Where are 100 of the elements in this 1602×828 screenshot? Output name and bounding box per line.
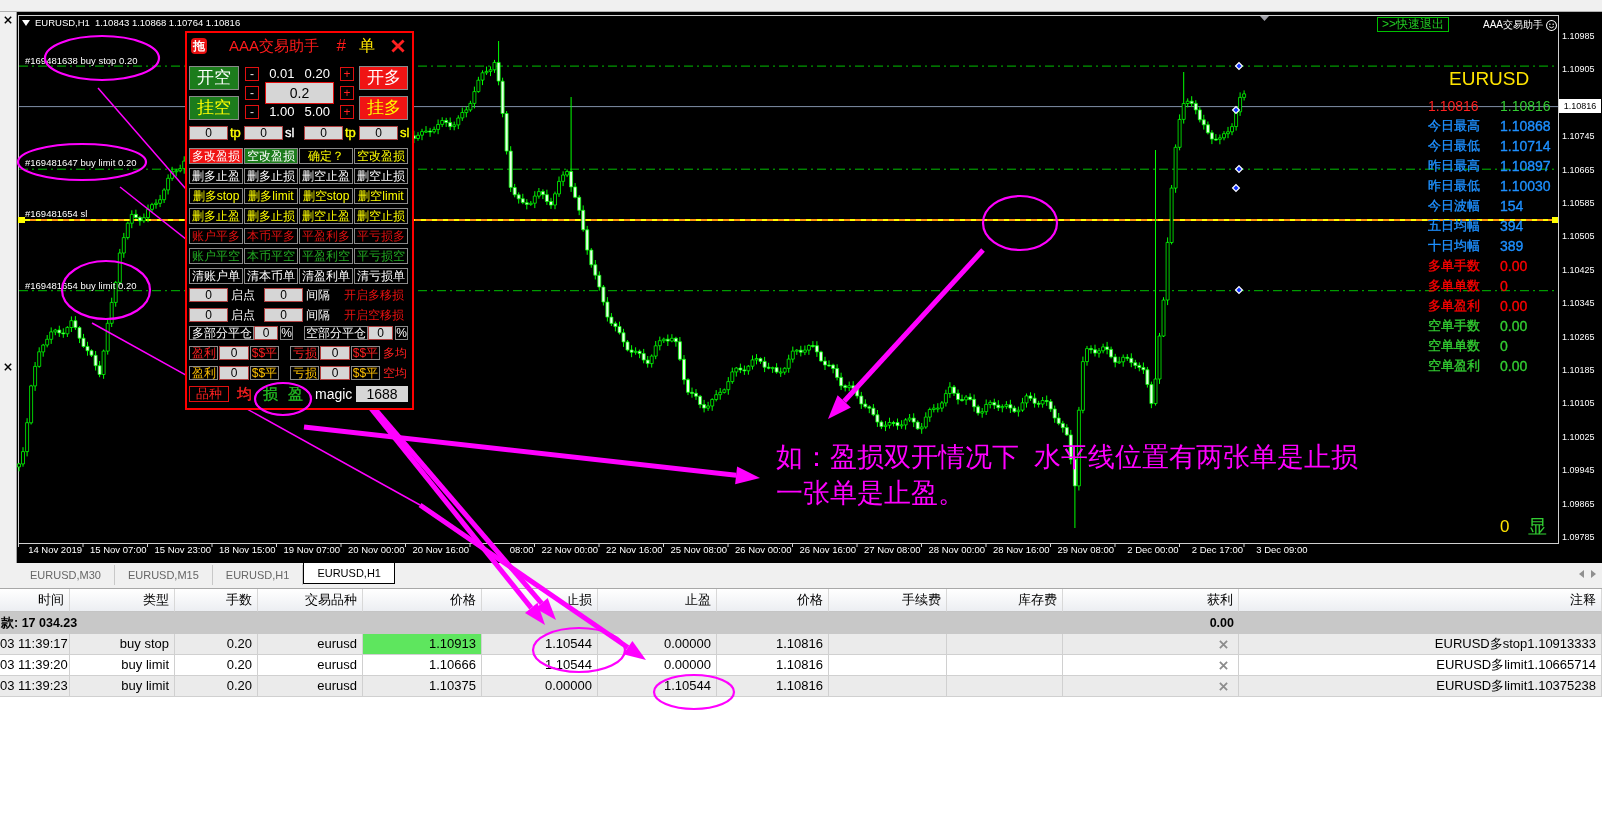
action-button[interactable]: 确定？ (299, 148, 353, 164)
close-icon[interactable] (4, 16, 12, 24)
close-all-button[interactable]: $$平 (351, 366, 380, 380)
chart-tab[interactable]: EURUSD,M30 (17, 565, 115, 585)
action-button[interactable]: 删多止损 (244, 208, 298, 224)
order-button[interactable]: 挂多 (359, 96, 408, 120)
action-button[interactable]: 清亏损单 (354, 268, 408, 284)
trailing-toggle[interactable]: 开启空移损 (344, 308, 404, 322)
order-button[interactable]: 开多 (359, 66, 408, 90)
action-button[interactable]: 平亏损多 (354, 228, 408, 244)
action-button[interactable]: 多改盈损 (189, 148, 243, 164)
lot-preset[interactable]: 0.20 (304, 67, 330, 81)
action-button[interactable]: 清盈利单 (299, 268, 353, 284)
profit-button[interactable]: 盈利 (189, 366, 218, 380)
action-button[interactable]: 本币平空 (244, 248, 298, 264)
column-header[interactable]: 交易品种 (258, 589, 363, 612)
partial-close-button[interactable]: 空部分平仓 (304, 326, 368, 340)
lot-preset[interactable]: 5.00 (304, 105, 330, 119)
order-button[interactable]: 开空 (189, 66, 239, 90)
column-header[interactable]: 注释 (1239, 589, 1602, 612)
display-toggle[interactable]: 显 (1528, 516, 1547, 538)
number-field[interactable]: 0 (189, 125, 228, 140)
number-field[interactable]: 0 (244, 125, 283, 140)
action-button[interactable]: 账户平多 (189, 228, 243, 244)
number-field[interactable]: 0 (264, 288, 303, 302)
loss-button[interactable]: 亏损 (290, 366, 319, 380)
order-button[interactable]: 挂空 (189, 96, 239, 120)
average-toggle[interactable]: 多均 (383, 346, 407, 360)
quick-exit-button[interactable]: >>快速退出 (1377, 17, 1449, 32)
action-button[interactable]: 平亏损空 (354, 248, 408, 264)
minus-button[interactable]: - (245, 67, 259, 81)
symbol-button[interactable]: 品种 (189, 386, 229, 402)
action-button[interactable]: 删多limit (244, 188, 298, 204)
plus-button[interactable]: + (340, 67, 354, 81)
order-row[interactable]: 03 11:39:20 buy limit 0.20 eurusd 1.10666 1.10544 0.00000 1.10816 EURUSD多limit1.10665714 (0, 655, 1602, 676)
action-button[interactable]: 空改盈损 (244, 148, 298, 164)
marker-toggle[interactable]: 损 (263, 386, 278, 402)
amount-field[interactable]: 0 (219, 366, 249, 380)
column-header[interactable]: 库存费 (947, 589, 1063, 612)
lot-preset[interactable]: 0.01 (269, 67, 295, 81)
action-button[interactable]: 平盈利多 (299, 228, 353, 244)
close-icon[interactable] (4, 363, 12, 371)
action-button[interactable]: 删多止盈 (189, 208, 243, 224)
magic-field[interactable]: 1688 (356, 386, 408, 402)
scroll-right-icon[interactable] (1591, 570, 1596, 578)
hash-toggle[interactable]: # (336, 36, 346, 56)
column-header[interactable]: 手数 (175, 589, 258, 612)
marker-toggle[interactable]: 均 (237, 386, 252, 402)
average-toggle[interactable]: 空均 (383, 366, 407, 380)
minus-button[interactable]: - (245, 86, 259, 100)
marker-toggle[interactable]: 盈 (288, 386, 303, 402)
amount-field[interactable]: 0 (219, 346, 249, 360)
column-header[interactable]: 价格 (363, 589, 482, 612)
minus-button[interactable]: - (245, 105, 259, 119)
caret-icon[interactable] (22, 20, 30, 26)
column-header[interactable]: 价格 (717, 589, 829, 612)
order-row[interactable]: 03 11:39:17 buy stop 0.20 eurusd 1.10913 1.10544 0.00000 1.10816 EURUSD多stop1.10913333 (0, 634, 1602, 655)
action-button[interactable]: 本币平多 (244, 228, 298, 244)
number-field[interactable]: 0 (189, 308, 228, 322)
action-button[interactable]: 删空stop (299, 188, 353, 204)
number-field[interactable]: 0 (359, 125, 398, 140)
column-header[interactable]: 类型 (70, 589, 175, 612)
trailing-toggle[interactable]: 开启多移损 (344, 288, 404, 302)
close-all-button[interactable]: $$平 (351, 346, 380, 360)
action-button[interactable]: 平盈利空 (299, 248, 353, 264)
close-all-button[interactable]: $$平 (250, 346, 279, 360)
action-button[interactable]: 删空止盈 (299, 168, 353, 184)
plus-button[interactable]: + (340, 86, 354, 100)
loss-button[interactable]: 亏损 (290, 346, 319, 360)
profit-button[interactable]: 盈利 (189, 346, 218, 360)
lot-field[interactable]: 0.2 (265, 82, 334, 104)
amount-field[interactable]: 0 (320, 366, 350, 380)
lot-preset[interactable]: 1.00 (269, 105, 295, 119)
percent-field[interactable]: 0 (254, 326, 278, 340)
scroll-left-icon[interactable] (1579, 570, 1584, 578)
column-header[interactable]: 获利 (1063, 589, 1239, 612)
action-button[interactable]: 空改盈损 (354, 148, 408, 164)
action-button[interactable]: 删空limit (354, 188, 408, 204)
partial-close-button[interactable]: 多部分平仓 (189, 326, 254, 340)
column-header[interactable]: 手续费 (829, 589, 947, 612)
plus-button[interactable]: + (340, 105, 354, 119)
action-button[interactable]: 清本币单 (244, 268, 298, 284)
order-toggle[interactable]: 单 (359, 36, 375, 56)
number-field[interactable]: 0 (189, 288, 228, 302)
action-button[interactable]: 删多stop (189, 188, 243, 204)
action-button[interactable]: 删空止损 (354, 168, 408, 184)
number-field[interactable]: 0 (264, 308, 303, 322)
chart-tab[interactable]: EURUSD,M15 (114, 565, 213, 585)
percent-field[interactable]: 0 (368, 326, 393, 340)
action-button[interactable]: 删空止损 (354, 208, 408, 224)
action-button[interactable]: 删多止盈 (189, 168, 243, 184)
close-all-button[interactable]: $$平 (250, 366, 279, 380)
drag-handle[interactable]: 拖 (191, 38, 207, 54)
chart-tab[interactable]: EURUSD,H1 (303, 563, 395, 584)
column-header[interactable]: 止盈 (598, 589, 717, 612)
number-field[interactable]: 0 (304, 125, 343, 140)
action-button[interactable]: 账户平空 (189, 248, 243, 264)
action-button[interactable]: 删多止损 (244, 168, 298, 184)
order-row[interactable]: 03 11:39:23 buy limit 0.20 eurusd 1.10375 0.00000 1.10544 1.10816 EURUSD多limit1.10375238 (0, 676, 1602, 697)
column-header[interactable]: 时间 (0, 589, 70, 612)
